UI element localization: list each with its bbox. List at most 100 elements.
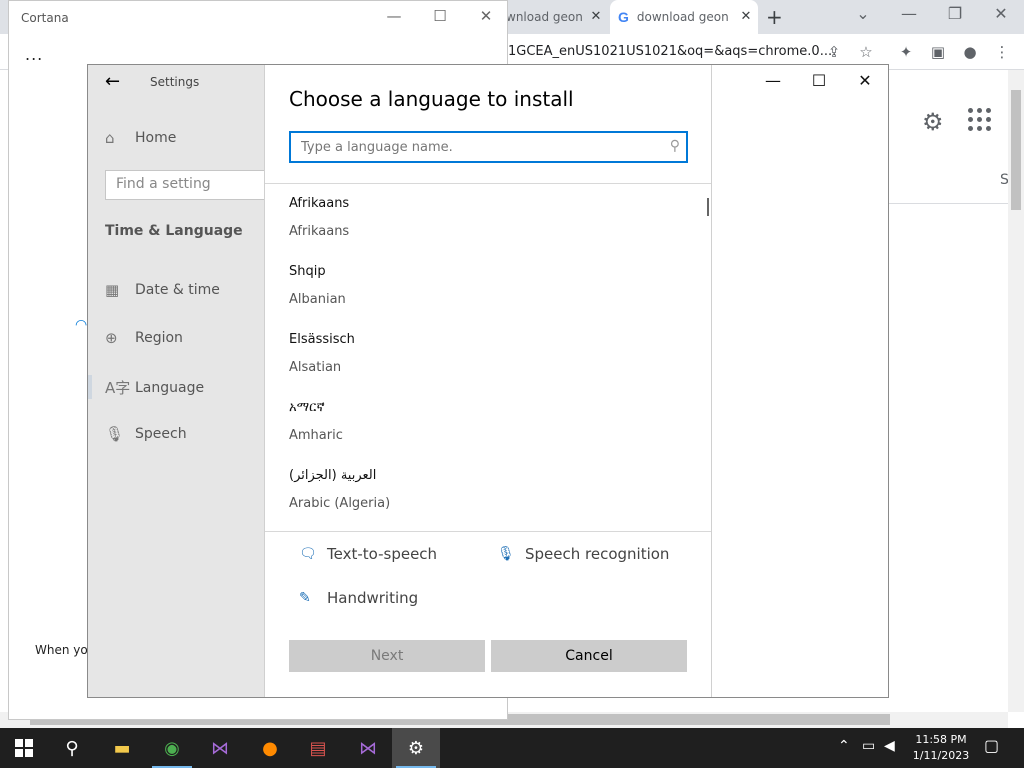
list-item[interactable]: Shqip Albanian: [289, 252, 689, 320]
language-english-name: Afrikaans: [289, 224, 350, 239]
share-icon[interactable]: ⇪: [824, 42, 844, 62]
search-button[interactable]: ⚲: [48, 728, 96, 768]
list-item[interactable]: العربية (الجزائر) Arabic (Algeria): [289, 456, 689, 524]
app-title: Settings: [150, 75, 200, 89]
language-native-name: Elsässisch: [289, 332, 355, 347]
settings-sidebar: ← Settings ⌂ Home Find a setting Time & …: [88, 65, 275, 697]
close-icon[interactable]: ✕: [850, 71, 880, 90]
feature-label: Text-to-speech: [327, 545, 438, 563]
taskbar-firefox[interactable]: ●: [246, 728, 294, 768]
next-button[interactable]: Next: [289, 640, 485, 672]
chrome-tab-2[interactable]: G download geon ✕: [610, 0, 758, 34]
language-english-name: Arabic (Algeria): [289, 496, 391, 511]
more-options-button[interactable]: ...: [25, 45, 43, 64]
globe-icon: ⊕: [105, 329, 118, 347]
profile-avatar-icon[interactable]: ●: [960, 42, 980, 62]
gear-icon[interactable]: ⚙: [922, 108, 944, 136]
nav-home[interactable]: ⌂ Home: [105, 129, 176, 147]
minimize-icon[interactable]: —: [894, 4, 924, 23]
notification-center-icon[interactable]: ▢: [984, 736, 999, 755]
minimize-icon[interactable]: —: [758, 71, 788, 90]
language-native-name: العربية (الجزائر): [289, 468, 377, 483]
close-window-icon[interactable]: ✕: [986, 4, 1016, 23]
taskbar-visual-studio[interactable]: ⋈: [196, 728, 244, 768]
language-search-box[interactable]: ⚲: [289, 131, 688, 163]
restore-icon[interactable]: ❐: [940, 4, 970, 23]
loading-spinner-icon: ◠: [75, 317, 88, 333]
feature-label: Handwriting: [327, 589, 419, 607]
maximize-icon[interactable]: ☐: [425, 7, 455, 25]
nav-label: Home: [135, 130, 177, 146]
language-icon: A字: [105, 379, 131, 397]
home-icon: ⌂: [105, 129, 115, 147]
taskbar-app[interactable]: ▤: [294, 728, 342, 768]
handwriting-icon: ✎: [299, 590, 311, 606]
bookmark-star-icon[interactable]: ☆: [856, 42, 876, 62]
start-button[interactable]: [0, 728, 48, 768]
side-panel-icon[interactable]: ▣: [928, 42, 948, 62]
language-native-name: Afrikaans: [289, 196, 350, 211]
language-english-name: Alsatian: [289, 360, 342, 375]
system-clock[interactable]: 11:58 PM 1/11/2023: [906, 732, 976, 764]
list-scrollbar[interactable]: [707, 198, 709, 216]
list-item[interactable]: አማርኛ Amharic: [289, 388, 689, 456]
apps-grid-icon[interactable]: [968, 108, 992, 132]
taskbar-visual-studio-b[interactable]: ⋈: [344, 728, 392, 768]
close-icon[interactable]: ✕: [588, 9, 604, 24]
windows-logo-icon: [15, 739, 33, 757]
maximize-icon[interactable]: ☐: [804, 71, 834, 90]
language-native-name: Shqip: [289, 264, 326, 279]
close-icon[interactable]: ✕: [471, 7, 501, 25]
chevron-up-icon[interactable]: ⌃: [838, 738, 850, 754]
firefox-icon: ●: [262, 737, 278, 759]
chrome-tab-1[interactable]: wnload geon ✕: [498, 0, 604, 34]
minimize-icon[interactable]: —: [379, 7, 409, 25]
nav-date-time[interactable]: ▦ Date & time: [105, 281, 220, 299]
taskbar: ⚲ ▬ ◉ ⋈ ● ▤ ⋈ ⚙ ⌃ ▭ ◀ 11:58 PM 1/11/2023…: [0, 728, 1024, 768]
calendar-clock-icon: ▦: [105, 281, 120, 299]
feature-handwriting: ✎ Handwriting: [299, 589, 418, 607]
tab-label: wnload geon: [506, 10, 583, 24]
nav-speech[interactable]: 🎙 Speech: [105, 425, 187, 443]
language-english-name: Amharic: [289, 428, 343, 443]
text-to-speech-icon: 🗨: [299, 546, 317, 562]
google-favicon-icon: G: [618, 9, 629, 25]
tab-search-icon[interactable]: ⌄: [848, 4, 878, 23]
search-icon: ⚲: [65, 737, 79, 759]
clock-date: 1/11/2023: [912, 749, 970, 762]
feature-speech-recognition: 🎙 Speech recognition: [497, 545, 669, 563]
app-icon: ▤: [309, 737, 327, 759]
close-icon[interactable]: ✕: [738, 9, 754, 24]
visual-studio-icon: ⋈: [359, 737, 377, 759]
scroll-thumb[interactable]: [1011, 90, 1021, 210]
back-arrow-icon[interactable]: ←: [105, 71, 120, 92]
taskbar-file-explorer[interactable]: ▬: [98, 728, 146, 768]
divider: [265, 531, 711, 532]
nav-region[interactable]: ⊕ Region: [105, 329, 183, 347]
feature-text-to-speech: 🗨 Text-to-speech: [299, 545, 437, 563]
cancel-button[interactable]: Cancel: [491, 640, 687, 672]
address-bar[interactable]: 1GCEA_enUS1021US1021&oq=&aqs=chrome.0...…: [508, 44, 836, 59]
language-list[interactable]: Afrikaans Afrikaans Shqip Albanian Elsäs…: [265, 184, 711, 531]
language-native-name: አማርኛ: [289, 400, 325, 415]
window-title: Cortana: [21, 11, 69, 25]
nav-label: Region: [135, 330, 183, 346]
list-item[interactable]: Elsässisch Alsatian: [289, 320, 689, 388]
taskbar-settings[interactable]: ⚙: [392, 728, 440, 768]
selected-indicator: [88, 375, 92, 399]
extensions-icon[interactable]: ✦: [896, 42, 916, 62]
microphone-icon: 🎙: [105, 425, 125, 443]
list-item[interactable]: Afrikaans Afrikaans: [289, 184, 689, 252]
divider: [888, 203, 1008, 204]
volume-icon[interactable]: ◀: [884, 738, 895, 754]
network-icon[interactable]: ▭: [862, 738, 875, 754]
taskbar-chrome[interactable]: ◉: [148, 728, 196, 768]
chrome-menu-icon[interactable]: ⋮: [992, 42, 1012, 62]
nav-language[interactable]: A字 Language: [105, 377, 204, 398]
language-search-input[interactable]: [291, 133, 651, 161]
find-setting-input[interactable]: Find a setting: [105, 170, 275, 200]
new-tab-button[interactable]: +: [766, 5, 783, 29]
nav-label: Language: [135, 379, 205, 396]
section-title: Time & Language: [105, 223, 243, 239]
search-icon[interactable]: ⚲: [670, 138, 680, 154]
